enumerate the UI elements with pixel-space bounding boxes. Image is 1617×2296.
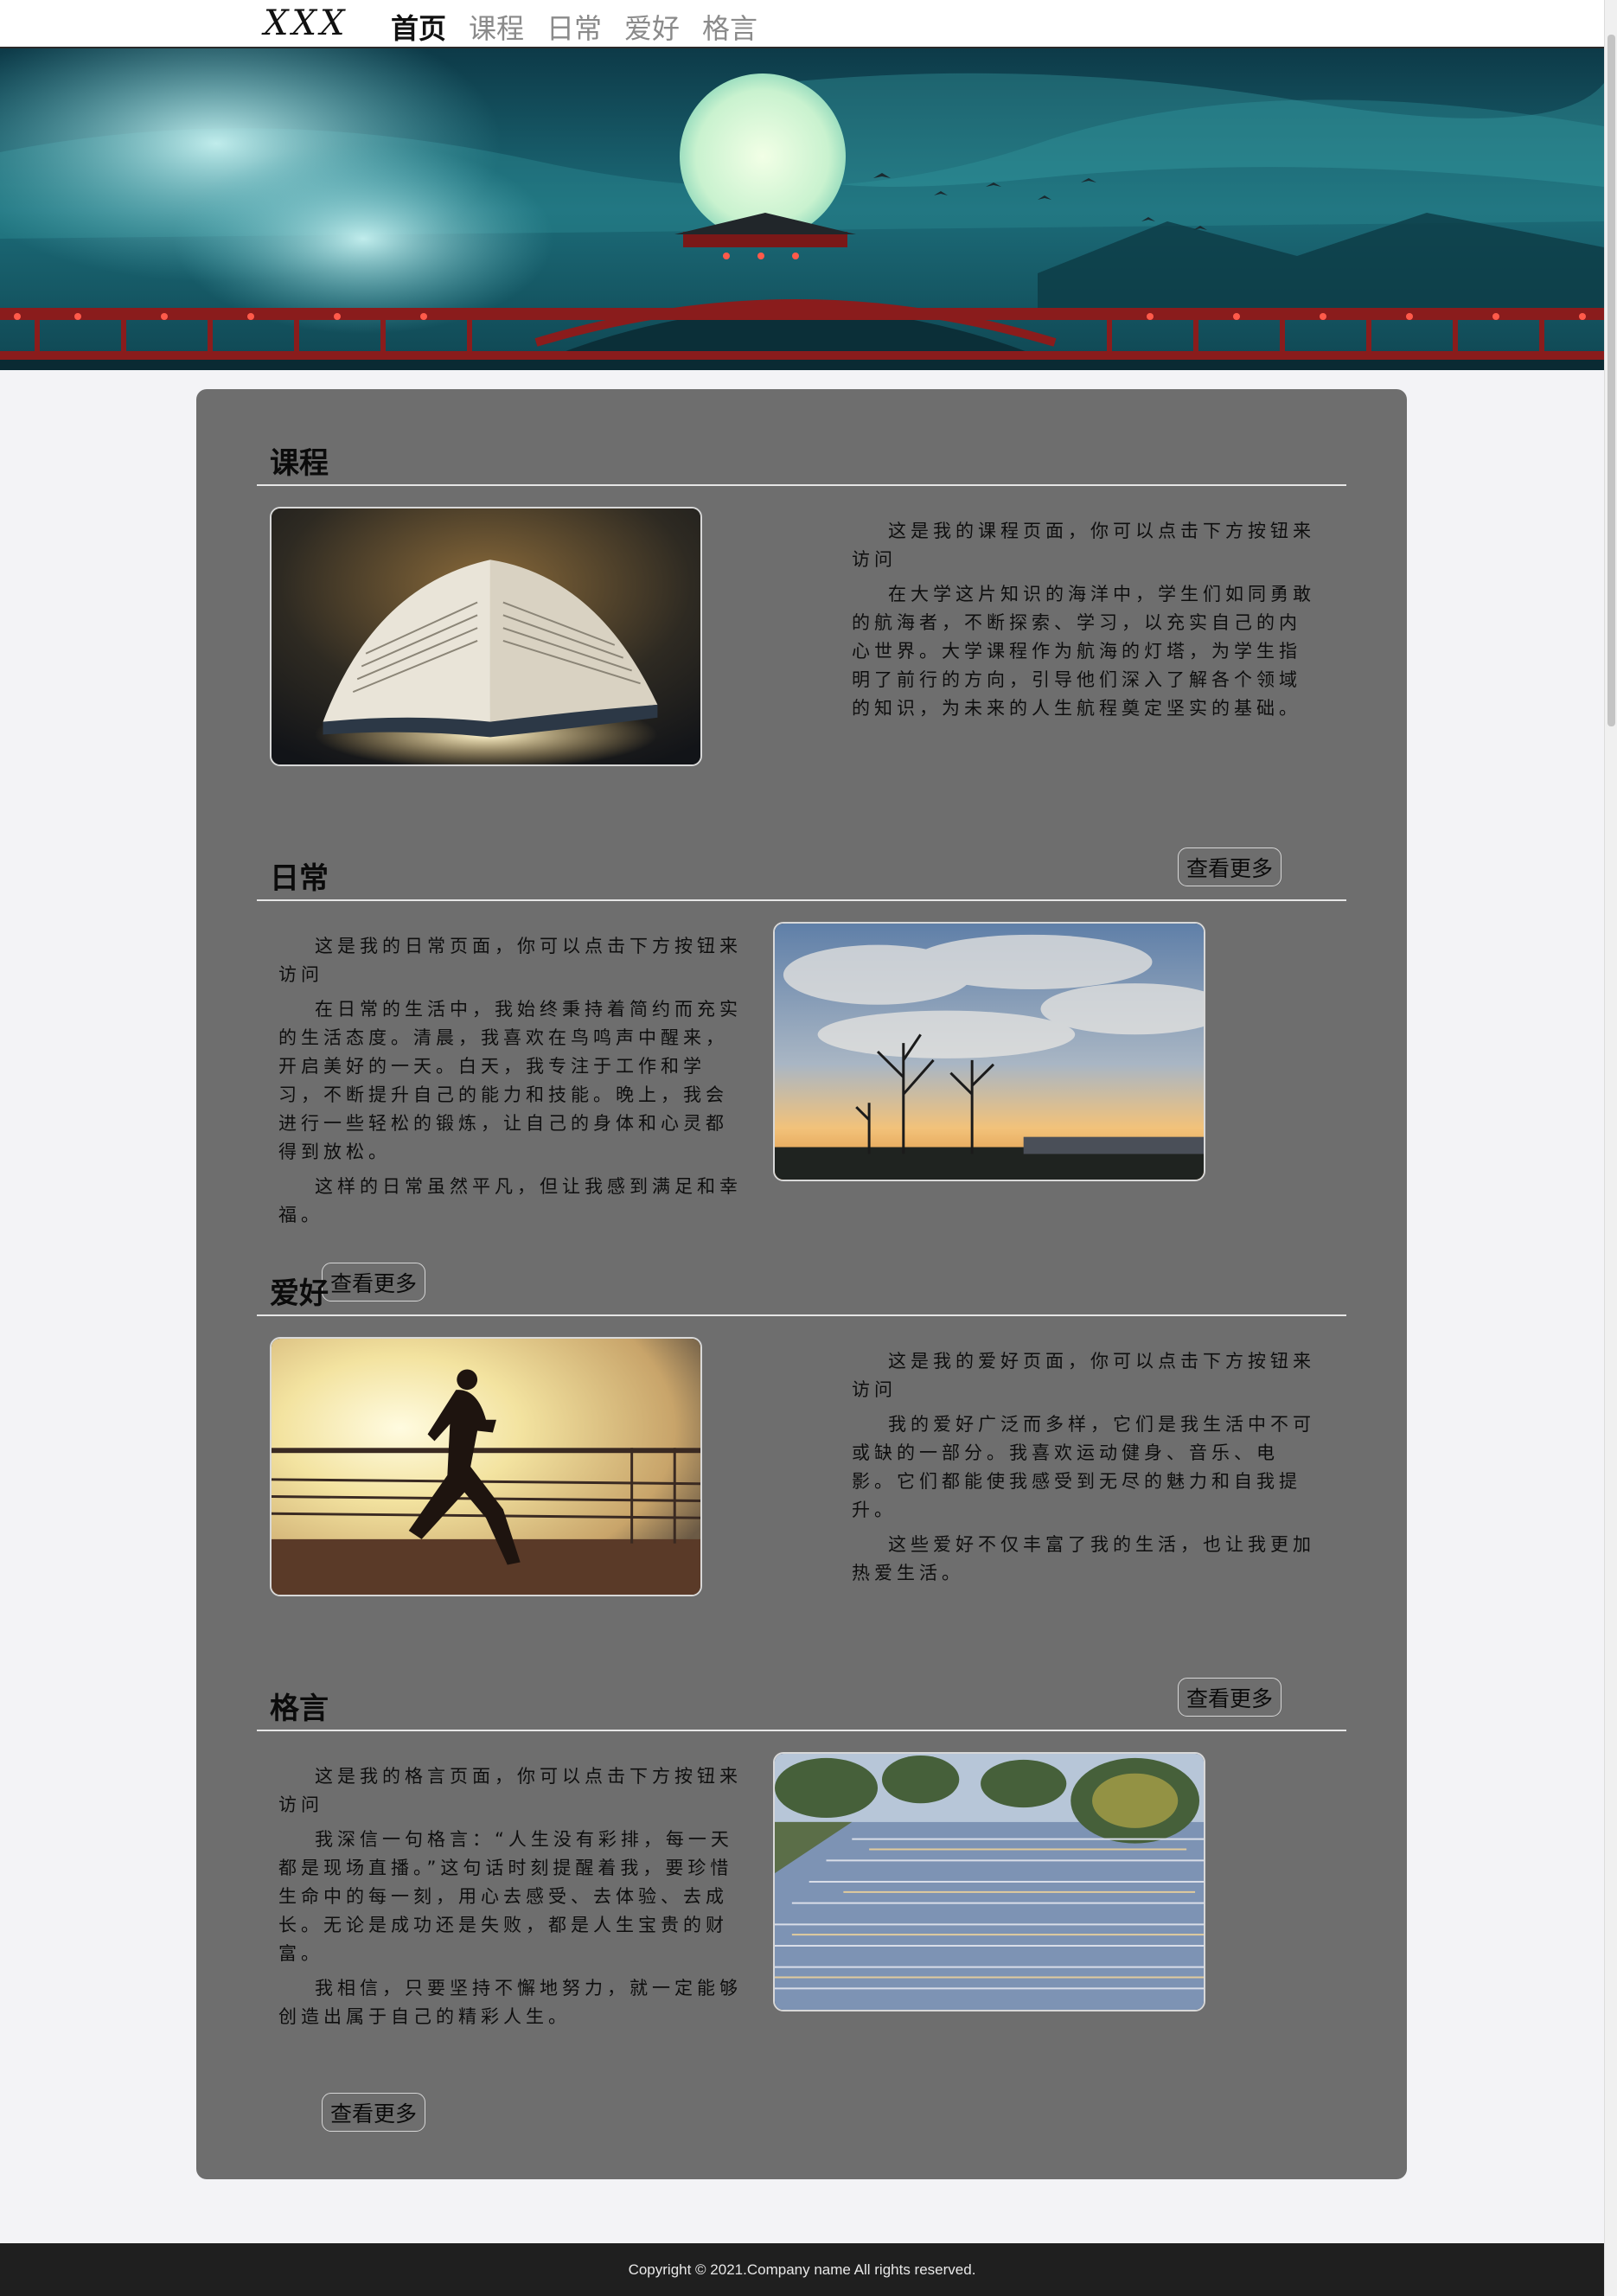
section-paragraph: 这些爱好不仅丰富了我的生活，也让我更加热爱生活。 (852, 1534, 1315, 1583)
section-text: 这是我的格言页面，你可以点击下方按钮来访问 我深信一句格言：“人生没有彩排，每一… (278, 1762, 750, 2037)
section-paragraph: 在日常的生活中，我始终秉持着简约而充实的生活态度。清晨，我喜欢在鸟鸣声中醒来，开… (278, 999, 742, 1162)
section-title: 日常 (270, 861, 329, 896)
section-title: 爱好 (270, 1276, 329, 1311)
open-book-photo (270, 507, 702, 766)
copyright-text: Copyright © 2021.Company name All rights… (628, 2261, 976, 2278)
top-nav: XXX 首页 课程 日常 爱好 格言 (0, 0, 1604, 48)
nav-link-home[interactable]: 首页 (391, 7, 446, 47)
lit-stairs-photo (773, 1752, 1205, 2011)
page-scrollbar[interactable] (1604, 0, 1617, 2296)
sunset-sky-photo (773, 922, 1205, 1181)
nav-link-courses[interactable]: 课程 (469, 7, 524, 47)
section-paragraph: 我相信，只要坚持不懈地努力，就一定能够创造出属于自己的精彩人生。 (278, 1978, 742, 2027)
nav-link-hobbies[interactable]: 爱好 (624, 7, 680, 47)
runner-sunrise-photo (270, 1337, 702, 1596)
section-text: 这是我的日常页面，你可以点击下方按钮来访问 在日常的生活中，我始终秉持着简约而充… (278, 932, 750, 1236)
hero-banner (0, 48, 1604, 370)
section-hobbies: 爱好 这是我的爱好页面，你可以点击下方按钮来访问 我的爱好广泛而多样，它们是我生… (196, 1270, 1407, 1717)
content-card: 课程 这是我的课程页面，你可以点击下方按钮来访问 在大学这片知识的海洋中，学生们… (196, 389, 1407, 2179)
section-divider (257, 484, 1346, 486)
section-paragraph: 在大学这片知识的海洋中，学生们如同勇敢的航海者，不断探索、学习，以充实自己的内心… (852, 584, 1315, 719)
section-intro: 这是我的课程页面，你可以点击下方按钮来访问 (852, 521, 1315, 570)
section-divider (257, 899, 1346, 901)
site-logo[interactable]: XXX (264, 3, 348, 43)
section-paragraph: 我的爱好广泛而多样，它们是我生活中不可或缺的一部分。我喜欢运动健身、音乐、电影。… (852, 1414, 1315, 1520)
view-more-button[interactable]: 查看更多 (322, 2093, 425, 2132)
section-daily: 日常 这是我的日常页面，你可以点击下方按钮来访问 在日常的生活中，我始终秉持着简… (196, 854, 1407, 1301)
scrollbar-thumb[interactable] (1607, 35, 1615, 726)
section-intro: 这是我的日常页面，你可以点击下方按钮来访问 (278, 936, 742, 985)
section-text: 这是我的爱好页面，你可以点击下方按钮来访问 我的爱好广泛而多样，它们是我生活中不… (852, 1347, 1323, 1594)
section-text: 这是我的课程页面，你可以点击下方按钮来访问 在大学这片知识的海洋中，学生们如同勇… (852, 517, 1323, 729)
nav-link-mottos[interactable]: 格言 (702, 7, 757, 47)
section-paragraph: 这样的日常虽然平凡，但让我感到满足和幸福。 (278, 1176, 742, 1225)
section-paragraph: 我深信一句格言：“人生没有彩排，每一天都是现场直播。”这句话时刻提醒着我，要珍惜… (278, 1829, 733, 1964)
section-title: 格言 (270, 1692, 329, 1726)
section-mottos: 格言 这是我的格言页面，你可以点击下方按钮来访问 我深信一句格言：“人生没有彩排… (196, 1685, 1407, 2132)
nav-link-daily[interactable]: 日常 (546, 7, 602, 47)
section-divider (257, 1730, 1346, 1731)
page-footer: Copyright © 2021.Company name All rights… (0, 2243, 1604, 2296)
section-courses: 课程 这是我的课程页面，你可以点击下方按钮来访问 在大学这片知识的海洋中，学生们… (196, 439, 1407, 886)
section-divider (257, 1314, 1346, 1316)
section-intro: 这是我的格言页面，你可以点击下方按钮来访问 (278, 1766, 742, 1815)
section-intro: 这是我的爱好页面，你可以点击下方按钮来访问 (852, 1351, 1315, 1400)
section-title: 课程 (270, 446, 329, 481)
moonlit-bridge-illustration (0, 48, 1604, 370)
